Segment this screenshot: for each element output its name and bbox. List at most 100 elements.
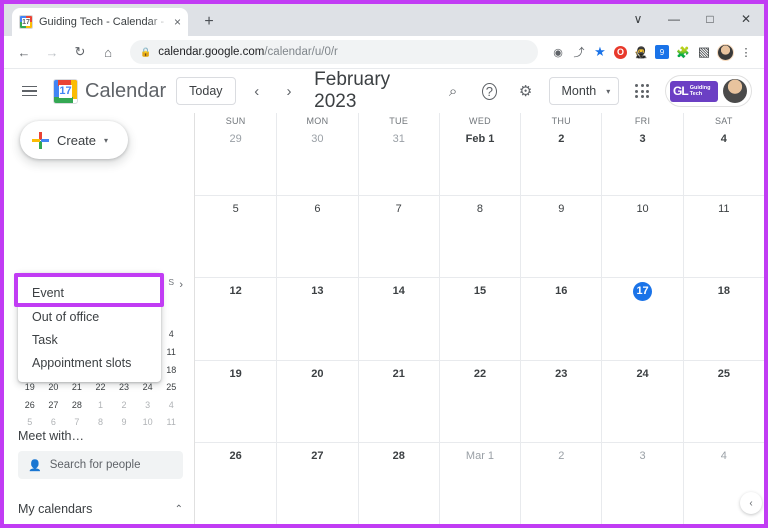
day-number[interactable]: 11 (718, 203, 729, 215)
browser-tab[interactable]: 17 Guiding Tech - Calendar - Februa × (12, 8, 188, 36)
day-cell[interactable]: 3 (601, 442, 682, 524)
day-number[interactable]: 16 (555, 285, 567, 297)
close-tab-icon[interactable]: × (174, 16, 181, 28)
day-number[interactable]: 28 (393, 450, 405, 462)
day-number[interactable]: 13 (311, 285, 323, 297)
mini-day[interactable]: 5 (18, 417, 42, 427)
day-cell[interactable]: 7 (357, 196, 439, 278)
today-button[interactable]: Today (176, 77, 236, 105)
mini-calendar-row[interactable]: 26 27 28 1 2 3 4 (18, 396, 183, 414)
day-number[interactable]: 21 (393, 368, 405, 380)
day-cell[interactable]: 11 (682, 196, 764, 278)
day-cell[interactable]: 2 (520, 442, 601, 524)
day-cell[interactable]: 23 (520, 360, 601, 442)
address-bar[interactable]: 🔒 calendar.google.com/calendar/u/0/r (130, 40, 538, 64)
day-number[interactable]: 29 (230, 133, 242, 145)
view-mode-select[interactable]: Month ▾ (548, 77, 620, 105)
day-cell[interactable]: 18 (682, 278, 764, 360)
day-number[interactable]: 19 (230, 368, 242, 380)
mini-day[interactable]: 10 (136, 417, 160, 427)
next-month-icon[interactable]: › (278, 78, 300, 104)
search-for-people-input[interactable]: 👤 Search for people (18, 451, 183, 479)
day-cell[interactable]: 16 (520, 278, 601, 360)
main-menu-icon[interactable] (16, 80, 43, 103)
day-cell[interactable]: Mar 1 (438, 442, 520, 524)
day-cell[interactable]: 21 (357, 360, 439, 442)
day-cell[interactable]: SAT 4 (682, 113, 764, 196)
note-extension-icon[interactable]: 9 (655, 45, 669, 59)
new-tab-button[interactable]: + (198, 11, 220, 33)
home-icon[interactable]: ⌂ (96, 40, 120, 64)
mini-day[interactable]: 21 (65, 382, 89, 392)
profile-avatar[interactable] (715, 42, 735, 62)
day-number[interactable]: 24 (636, 368, 648, 380)
share-icon[interactable]: ⤴ (569, 42, 589, 62)
chevron-up-icon[interactable]: ⌃ (175, 504, 183, 515)
search-icon[interactable]: ⌕ (440, 76, 466, 106)
day-number[interactable]: 20 (311, 368, 323, 380)
account-avatar[interactable] (723, 79, 748, 103)
workspace-account-chip[interactable]: GL Guiding Tech (665, 75, 753, 107)
day-cell[interactable]: 15 (438, 278, 520, 360)
menu-item-task[interactable]: Task (18, 328, 161, 351)
day-cell[interactable]: THU 2 (520, 113, 601, 196)
mini-day[interactable]: 9 (112, 417, 136, 427)
day-number[interactable]: 2 (558, 133, 564, 145)
mini-day[interactable]: 3 (136, 400, 160, 410)
mini-day[interactable]: 11 (159, 347, 183, 357)
day-number[interactable]: 3 (640, 133, 646, 145)
mini-day[interactable]: 22 (89, 382, 113, 392)
day-number[interactable]: Feb 1 (466, 133, 495, 145)
day-number[interactable]: 25 (718, 368, 730, 380)
day-cell[interactable]: 28 (357, 442, 439, 524)
day-cell[interactable]: SUN 29 (195, 113, 276, 195)
day-number[interactable]: 23 (555, 368, 567, 380)
mini-day[interactable]: 7 (65, 417, 89, 427)
calendar-list-item[interactable]: ✓ Atish Rajasekharan (18, 520, 183, 524)
day-cell[interactable]: 13 (276, 278, 357, 360)
day-cell-today[interactable]: 17 (601, 278, 682, 360)
settings-gear-icon[interactable]: ⚙ (513, 76, 539, 106)
reload-icon[interactable]: ↻ (68, 40, 92, 64)
day-cell[interactable]: 24 (601, 360, 682, 442)
mini-day[interactable]: 6 (42, 417, 66, 427)
day-cell[interactable]: 6 (276, 196, 357, 278)
mini-day[interactable]: 11 (159, 417, 183, 427)
day-number[interactable]: 22 (474, 368, 486, 380)
day-number[interactable]: 27 (311, 450, 323, 462)
opera-extension-icon[interactable]: O (614, 45, 627, 59)
collapse-panel-icon[interactable]: ‹ (740, 492, 762, 514)
mini-day[interactable]: 18 (159, 365, 183, 375)
day-cell[interactable]: 26 (195, 443, 276, 524)
today-badge[interactable]: 17 (633, 282, 653, 302)
menu-item-appointment-slots[interactable]: Appointment slots (18, 351, 161, 374)
day-cell[interactable]: 19 (195, 361, 276, 442)
day-cell[interactable]: 25 (682, 360, 764, 442)
day-number[interactable]: 8 (477, 203, 483, 215)
google-apps-icon[interactable] (629, 76, 655, 106)
mini-day[interactable]: 19 (18, 382, 42, 392)
chevron-down-icon[interactable]: ∨ (620, 4, 656, 34)
mini-day[interactable]: 8 (89, 417, 113, 427)
previous-month-icon[interactable]: ‹ (246, 78, 268, 104)
mini-day[interactable]: 20 (42, 382, 66, 392)
day-number[interactable]: 30 (311, 133, 323, 145)
menu-item-out-of-office[interactable]: Out of office (18, 305, 161, 328)
day-cell[interactable]: 12 (195, 278, 276, 359)
day-cell[interactable]: 20 (276, 360, 357, 442)
my-calendars-header[interactable]: My calendars ⌃ (18, 498, 183, 520)
puzzle-extensions-icon[interactable]: 🧩 (673, 42, 693, 62)
day-number[interactable]: 4 (721, 133, 727, 145)
mini-day[interactable]: 24 (136, 382, 160, 392)
day-cell[interactable]: MON 30 (276, 113, 357, 196)
create-button[interactable]: Create ▾ (20, 121, 128, 159)
day-number[interactable]: 7 (396, 203, 402, 215)
side-panel-icon[interactable]: ▧ (694, 42, 714, 62)
day-number[interactable]: 9 (558, 203, 564, 215)
day-number[interactable]: Mar 1 (466, 450, 494, 462)
day-cell[interactable]: 22 (438, 360, 520, 442)
day-number[interactable]: 6 (314, 203, 320, 215)
day-cell[interactable]: 14 (357, 278, 439, 360)
day-number[interactable]: 15 (474, 285, 486, 297)
mini-day[interactable]: 28 (65, 400, 89, 410)
